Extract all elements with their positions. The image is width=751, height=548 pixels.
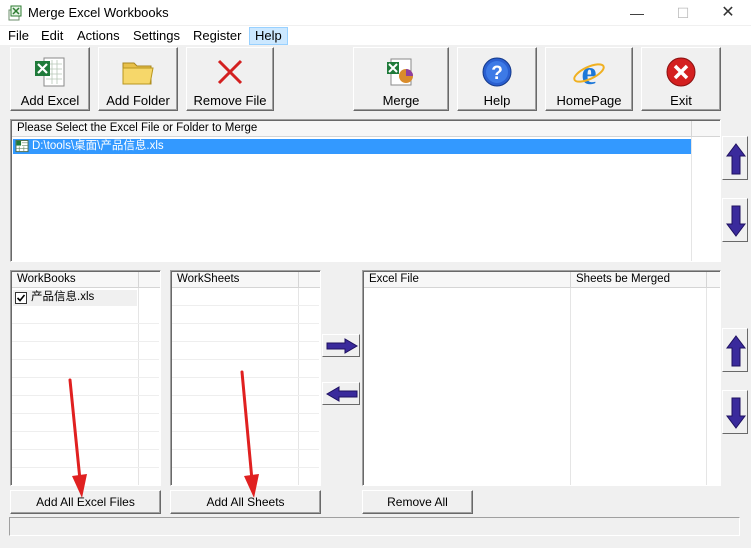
arrow-up-icon (726, 335, 746, 367)
workbooks-column-header[interactable]: WorkBooks (12, 272, 139, 288)
excel-file-icon (15, 140, 29, 153)
file-list-row[interactable]: D:\tools\桌面\产品信息.xls (13, 139, 691, 154)
remove-from-merge-button[interactable] (322, 382, 360, 405)
excel-file-icon (35, 57, 65, 87)
toolbar: Add Excel Add Folder Remove File Merge ?… (0, 45, 751, 115)
arrow-right-icon (326, 338, 358, 354)
menu-file[interactable]: File (3, 27, 34, 45)
exit-label: Exit (670, 93, 692, 108)
remove-file-label: Remove File (193, 93, 267, 108)
homepage-button[interactable]: e HomePage (545, 47, 633, 111)
minimize-button[interactable]: — (614, 0, 660, 26)
help-icon: ? (482, 57, 512, 87)
file-list-header: Please Select the Excel File or Folder t… (12, 121, 720, 137)
workbooks-header: WorkBooks (12, 272, 160, 288)
menu-register[interactable]: Register (188, 27, 246, 45)
add-excel-button[interactable]: Add Excel (10, 47, 90, 111)
merge-move-up-button[interactable] (722, 328, 748, 372)
remove-file-button[interactable]: Remove File (186, 47, 274, 111)
menu-bar: File Edit Actions Settings Register Help (0, 26, 751, 45)
help-label: Help (483, 93, 511, 108)
menu-help[interactable]: Help (249, 27, 288, 45)
add-folder-label: Add Folder (106, 93, 170, 108)
workbook-name: 产品信息.xls (31, 291, 95, 303)
svg-text:e: e (581, 55, 596, 90)
merge-button[interactable]: Merge (353, 47, 449, 111)
move-down-button[interactable] (722, 198, 748, 242)
remove-all-button[interactable]: Remove All (362, 490, 473, 514)
worksheets-header: WorkSheets (172, 272, 320, 288)
checkmark-icon (16, 294, 26, 302)
sheets-merged-column-header[interactable]: Sheets be Merged (571, 272, 707, 288)
internet-explorer-icon: e (573, 55, 605, 90)
merge-move-down-button[interactable] (722, 390, 748, 434)
file-list-column-header[interactable]: Please Select the Excel File or Folder t… (12, 121, 692, 137)
annotation-arrow (240, 370, 259, 498)
status-bar (9, 517, 740, 536)
menu-settings[interactable]: Settings (128, 27, 185, 45)
menu-actions[interactable]: Actions (72, 27, 125, 45)
merge-label: Merge (382, 93, 420, 108)
workbook-list-item[interactable]: 产品信息.xls (13, 290, 137, 306)
excel-file-column-header[interactable]: Excel File (364, 272, 571, 288)
file-path: D:\tools\桌面\产品信息.xls (32, 140, 164, 152)
workbook-checkbox[interactable] (15, 292, 27, 304)
folder-icon (122, 62, 154, 85)
close-button[interactable]: ✕ (705, 0, 751, 26)
red-x-icon (217, 59, 243, 85)
exit-icon (666, 57, 696, 87)
menu-edit[interactable]: Edit (36, 27, 68, 45)
window-title: Merge Excel Workbooks (28, 5, 169, 20)
file-list-panel[interactable]: Please Select the Excel File or Folder t… (10, 119, 721, 262)
exit-button[interactable]: Exit (641, 47, 721, 111)
title-bar: Merge Excel Workbooks — ☐ ✕ (0, 0, 751, 26)
arrow-down-icon (726, 205, 746, 237)
help-button[interactable]: ? Help (457, 47, 537, 111)
move-up-button[interactable] (722, 136, 748, 180)
arrow-up-icon (726, 143, 746, 175)
annotation-arrow (68, 378, 87, 498)
svg-text:?: ? (491, 63, 503, 84)
add-excel-label: Add Excel (20, 93, 80, 108)
app-icon (8, 5, 22, 21)
arrow-left-icon (326, 386, 358, 402)
maximize-button[interactable]: ☐ (660, 0, 706, 26)
merge-icon (387, 58, 413, 86)
add-folder-button[interactable]: Add Folder (98, 47, 178, 111)
worksheets-column-header[interactable]: WorkSheets (172, 272, 299, 288)
homepage-label: HomePage (556, 93, 622, 108)
add-to-merge-button[interactable] (322, 334, 360, 357)
merge-list-header: Excel File Sheets be Merged (364, 272, 720, 288)
arrow-down-icon (726, 397, 746, 429)
merge-list-panel[interactable]: Excel File Sheets be Merged (362, 270, 721, 486)
